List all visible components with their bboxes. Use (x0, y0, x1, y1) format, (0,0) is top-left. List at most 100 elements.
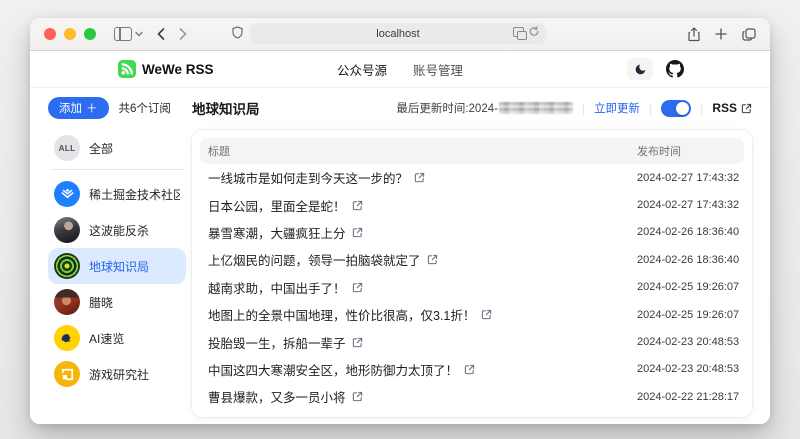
external-link-icon[interactable] (414, 172, 425, 183)
external-link-icon[interactable] (427, 254, 438, 265)
sidebar-item[interactable]: 稀土掘金技术社区 (48, 176, 186, 212)
table-row: 日本公园，里面全是蛇！ 2024-02-27 17:43:32 (200, 191, 744, 218)
sidebar-item[interactable]: 腊晓 (48, 284, 186, 320)
zoom-window-button[interactable] (84, 28, 96, 40)
table-row: 越南求助，中国出手了！ 2024-02-25 19:26:07 (200, 274, 744, 301)
browser-toolbar: localhost (30, 18, 770, 51)
chevron-down-icon[interactable] (135, 31, 143, 37)
subscription-list: ALL 全部稀土掘金技术社区这波能反杀地球知识局腊晓 AI速览游戏研究社 (48, 130, 186, 392)
minimize-window-button[interactable] (64, 28, 76, 40)
table-header: 标题 发布时间 (200, 138, 744, 164)
publish-time: 2024-02-25 19:26:07 (637, 281, 736, 293)
external-link-icon[interactable] (352, 337, 363, 348)
article-rows: 一线城市是如何走到今天这一步的？2024-02-27 17:43:32日本公园，… (200, 164, 744, 411)
table-row: 曹县爆款，又多一员小将 2024-02-22 21:28:17 (200, 383, 744, 410)
external-link-icon (741, 103, 752, 114)
external-link-icon[interactable] (352, 282, 363, 293)
sidebar-item-label: 地球知识局 (89, 258, 149, 275)
publish-time: 2024-02-26 18:36:40 (637, 226, 736, 238)
external-link-icon[interactable] (352, 227, 363, 238)
nav-accounts[interactable]: 账号管理 (413, 60, 463, 79)
column-title: 标题 (208, 143, 637, 159)
article-title-link[interactable]: 暴雪寒潮，大疆疯狂上分 (208, 223, 346, 242)
globe-logo-icon (54, 253, 80, 279)
external-link-icon[interactable] (464, 364, 475, 375)
article-title-link[interactable]: 上亿烟民的问题，领导一拍脑袋就定了 (208, 250, 421, 269)
feed-panel: 地球知识局 最后更新时间:2024- | 立即更新 | | RSS (192, 96, 752, 417)
article-title-link[interactable]: 曹县爆款，又多一员小将 (208, 387, 346, 406)
sidebar-item-label: 这波能反杀 (89, 222, 149, 239)
reload-icon[interactable] (529, 26, 539, 37)
sidebar-item-label: 全部 (89, 140, 113, 157)
external-link-icon[interactable] (352, 200, 363, 211)
app-nav: 公众号源 账号管理 (337, 60, 463, 79)
table-row: 中国这四大寒潮安全区，地形防御力太顶了！ 2024-02-23 20:48:53 (200, 356, 744, 383)
user-photo-avatar (54, 217, 80, 243)
dark-mode-button[interactable] (627, 58, 653, 80)
publish-time: 2024-02-25 19:26:07 (637, 309, 736, 321)
publish-time: 2024-02-27 17:43:32 (637, 199, 736, 211)
external-link-icon[interactable] (481, 309, 492, 320)
last-update-time: 最后更新时间:2024- (396, 100, 573, 116)
forward-icon[interactable] (179, 28, 187, 40)
publish-time: 2024-02-23 20:48:53 (637, 363, 736, 375)
sidebar-item[interactable]: 地球知识局 (48, 248, 186, 284)
back-icon[interactable] (157, 28, 165, 40)
sidebar-item[interactable]: 游戏研究社 (48, 356, 186, 392)
nav-sources[interactable]: 公众号源 (337, 60, 387, 79)
sidebar-item-label: AI速览 (89, 330, 124, 347)
tabs-overview-icon[interactable] (742, 28, 756, 41)
sidebar-toggle-icon[interactable] (114, 27, 132, 41)
article-title-link[interactable]: 越南求助，中国出手了！ (208, 278, 346, 297)
subscription-count: 共6个订阅 (119, 100, 171, 116)
translate-icon[interactable] (513, 27, 524, 37)
sidebar-item-label: 游戏研究社 (89, 366, 149, 383)
sidebar-item-label: 稀土掘金技术社区 (89, 186, 180, 203)
sidebar-divider (50, 169, 184, 170)
close-window-button[interactable] (44, 28, 56, 40)
external-link-icon[interactable] (352, 391, 363, 402)
monkey-logo-icon (54, 325, 80, 351)
column-publish-time: 发布时间 (637, 143, 736, 159)
add-subscription-button[interactable]: 添加＋ (48, 97, 109, 119)
window-controls (44, 28, 96, 40)
refresh-now-link[interactable]: 立即更新 (594, 100, 640, 116)
sidebar-item[interactable]: 这波能反杀 (48, 212, 186, 248)
sidebar-item[interactable]: AI速览 (48, 320, 186, 356)
article-title-link[interactable]: 地图上的全景中国地理，性价比很高，仅3.1折！ (208, 305, 475, 324)
app-title: WeWe RSS (142, 62, 214, 77)
page-content: 添加＋ 共6个订阅 ALL全部稀土掘金技术社区这波能反杀地球知识局腊晓AI速览游… (30, 88, 770, 424)
publish-time: 2024-02-22 21:28:17 (637, 391, 736, 403)
table-row: 上亿烟民的问题，领导一拍脑袋就定了 2024-02-26 18:36:40 (200, 246, 744, 273)
sidebar-item[interactable]: ALL 全部 (48, 130, 186, 166)
table-row: 暴雪寒潮，大疆疯狂上分 2024-02-26 18:36:40 (200, 219, 744, 246)
moon-icon (634, 63, 647, 76)
sidebar-item-label: 腊晓 (89, 294, 113, 311)
article-title-link[interactable]: 日本公园，里面全是蛇！ (208, 196, 346, 215)
browser-window: localhost WeWe RSS (30, 18, 770, 424)
article-title-link[interactable]: 投胎毁一生，拆船一辈子 (208, 333, 346, 352)
url-text: localhost (376, 28, 419, 40)
redacted-timestamp (499, 102, 573, 114)
article-title-link[interactable]: 中国这四大寒潮安全区，地形防御力太顶了！ (208, 360, 458, 379)
all-feeds-avatar: ALL (54, 135, 80, 161)
feed-title: 地球知识局 (192, 98, 260, 118)
new-tab-icon[interactable] (715, 28, 727, 40)
app-header: WeWe RSS 公众号源 账号管理 (30, 51, 770, 88)
url-bar[interactable]: localhost (250, 23, 546, 44)
publish-time: 2024-02-27 17:43:32 (637, 172, 736, 184)
plus-icon: ＋ (86, 100, 98, 116)
app-brand[interactable]: WeWe RSS (118, 60, 214, 78)
publish-time: 2024-02-26 18:36:40 (637, 254, 736, 266)
github-icon[interactable] (666, 60, 684, 78)
user-photo-avatar (54, 289, 80, 315)
article-title-link[interactable]: 一线城市是如何走到今天这一步的？ (208, 168, 408, 187)
rss-link[interactable]: RSS (712, 101, 752, 115)
feed-enabled-toggle[interactable] (661, 100, 691, 117)
juejin-logo-icon (54, 181, 80, 207)
share-icon[interactable] (688, 27, 700, 42)
shield-icon[interactable] (232, 26, 243, 39)
subscription-sidebar: 添加＋ 共6个订阅 ALL 全部稀土掘金技术社区这波能反杀地球知识局腊晓 AI速览游… (48, 96, 186, 392)
table-row: 投胎毁一生，拆船一辈子2024-02-23 20:48:53 (200, 328, 744, 355)
game-logo-icon (54, 361, 80, 387)
